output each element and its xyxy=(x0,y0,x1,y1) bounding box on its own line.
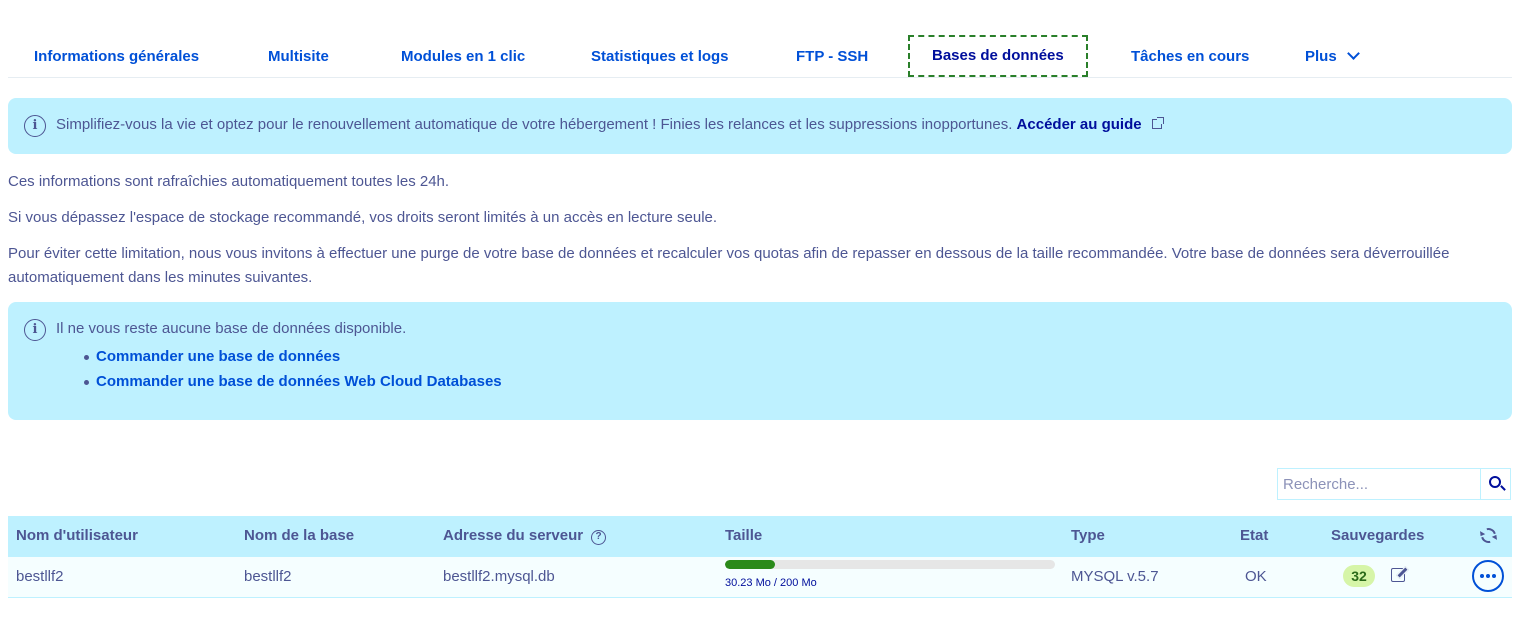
col-server-label: Adresse du serveur xyxy=(443,527,584,544)
guide-link[interactable]: Accéder au guide xyxy=(1017,116,1142,133)
cell-server: bestllf2.mysql.db xyxy=(443,568,555,585)
tab-informations-generales[interactable]: Informations générales xyxy=(10,34,223,77)
renewal-banner: i Simplifiez-vous la vie et optez pour l… xyxy=(8,98,1512,154)
question-icon[interactable]: ? xyxy=(591,530,607,545)
tab-plus-label: Plus xyxy=(1305,48,1337,65)
order-links: Commander une base de données Commander … xyxy=(84,344,502,394)
refresh-icon[interactable] xyxy=(1478,525,1499,546)
size-progress-fill xyxy=(725,560,775,569)
storage-limit-text: Si vous dépassez l'espace de stockage re… xyxy=(8,209,718,226)
more-actions-button[interactable] xyxy=(1472,560,1504,592)
more-icon-dot xyxy=(1492,574,1496,578)
cell-type: MYSQL v.5.7 xyxy=(1071,568,1159,585)
tab-plus[interactable]: Plus xyxy=(1281,34,1382,77)
size-label: 30.23 Mo / 200 Mo xyxy=(725,577,817,589)
info-icon: i xyxy=(24,319,46,341)
notice-text: Il ne vous reste aucune base de données … xyxy=(56,320,407,337)
col-user[interactable]: Nom d'utilisateur xyxy=(16,527,138,544)
order-cloud-database-link[interactable]: Commander une base de données Web Cloud … xyxy=(84,369,502,394)
info-icon: i xyxy=(24,115,46,137)
banner-text: Simplifiez-vous la vie et optez pour le … xyxy=(56,116,1013,133)
tab-statistiques[interactable]: Statistiques et logs xyxy=(567,34,753,77)
col-backups[interactable]: Sauvegardes xyxy=(1331,527,1424,544)
tab-taches[interactable]: Tâches en cours xyxy=(1107,34,1273,77)
refresh-info-text: Ces informations sont rafraîchies automa… xyxy=(8,173,450,190)
tab-bases-de-donnees[interactable]: Bases de données xyxy=(908,35,1088,77)
backups-count-badge[interactable]: 32 xyxy=(1343,565,1375,587)
search-box xyxy=(1277,468,1511,500)
search-button[interactable] xyxy=(1480,469,1510,499)
external-link-icon xyxy=(1151,117,1164,129)
table-header: Nom d'utilisateur Nom de la base Adresse… xyxy=(8,516,1512,557)
table-row: bestllf2 bestllf2 bestllf2.mysql.db 30.2… xyxy=(8,557,1512,598)
edit-icon[interactable] xyxy=(1391,568,1405,582)
col-dbname[interactable]: Nom de la base xyxy=(244,527,354,544)
more-icon-dot xyxy=(1480,574,1484,578)
chevron-down-icon xyxy=(1346,47,1360,60)
tab-multisite[interactable]: Multisite xyxy=(244,34,353,77)
col-type[interactable]: Type xyxy=(1071,527,1105,544)
tab-modules[interactable]: Modules en 1 clic xyxy=(377,34,549,77)
tab-bar: Informations générales Multisite Modules… xyxy=(8,34,1512,78)
col-state[interactable]: Etat xyxy=(1240,527,1268,544)
search-icon-handle xyxy=(1500,485,1506,491)
banner-text-wrap: Simplifiez-vous la vie et optez pour le … xyxy=(56,116,1164,133)
cell-user: bestllf2 xyxy=(16,568,64,585)
no-database-notice: i Il ne vous reste aucune base de donnée… xyxy=(8,302,1512,420)
more-icon-dot xyxy=(1486,574,1490,578)
cell-dbname: bestllf2 xyxy=(244,568,292,585)
tab-ftp-ssh[interactable]: FTP - SSH xyxy=(772,34,892,77)
cell-state: OK xyxy=(1245,568,1267,585)
search-input[interactable] xyxy=(1278,469,1480,499)
col-server[interactable]: Adresse du serveur? xyxy=(443,527,607,546)
size-progress-bar xyxy=(725,560,1055,569)
order-database-link[interactable]: Commander une base de données xyxy=(84,344,502,369)
purge-advice-text: Pour éviter cette limitation, nous vous … xyxy=(8,245,1450,286)
col-size[interactable]: Taille xyxy=(725,527,762,544)
